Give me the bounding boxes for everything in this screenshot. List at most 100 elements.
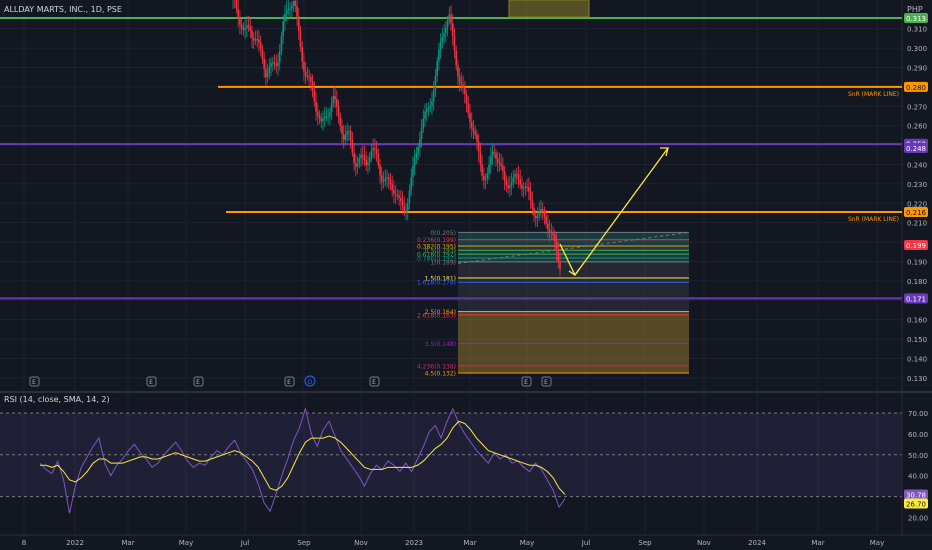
fib-extension[interactable]: 0(0.205)0.236(0.199)0.382(0.195)0.5(0.19…: [417, 230, 690, 378]
candle-body: [297, 16, 300, 31]
candle-body: [336, 99, 338, 107]
price-tick-label: 0.140: [907, 355, 927, 363]
rsi-tick-label: 60.00: [908, 431, 928, 439]
candle-body: [448, 14, 451, 21]
candle-body: [320, 118, 323, 122]
fib-zone-3: [458, 311, 689, 374]
candle-body: [374, 148, 376, 150]
price-label-text: 0.171: [906, 295, 926, 303]
candle-body: [534, 215, 537, 218]
currency-label: PHP: [907, 5, 923, 14]
fib-level-label: 3.5(0.148): [425, 341, 456, 348]
rsi-pane[interactable]: 70.00 60.00 50.00 40.00 20.00 30.7826.70: [0, 392, 928, 535]
candle-body: [304, 71, 307, 77]
candle-body: [528, 186, 530, 192]
price-label-text: 0.280: [906, 84, 926, 92]
time-tick-label: 2023: [405, 539, 423, 547]
candle-body: [434, 76, 437, 91]
candle-body: [280, 36, 283, 52]
time-tick-label: Sep: [297, 539, 311, 547]
candle-body: [415, 153, 418, 159]
candle-body: [505, 180, 508, 186]
event-marker-label: E: [196, 379, 200, 386]
candle-body: [322, 118, 324, 122]
candle-body: [389, 179, 392, 185]
time-tick-label: 8: [22, 539, 26, 547]
candle-body: [507, 185, 509, 188]
candle-body: [246, 25, 248, 28]
candle-body: [339, 116, 342, 126]
candle-body: [486, 173, 489, 179]
candle-body: [351, 140, 354, 153]
candle-body: [451, 23, 454, 36]
candle-body: [261, 48, 264, 59]
time-tick-label: Jul: [240, 539, 250, 547]
candle-body: [515, 174, 518, 176]
candle-body: [344, 135, 347, 140]
candle-body: [391, 184, 393, 191]
candle-body: [548, 229, 551, 232]
event-marker-label: E: [372, 379, 376, 386]
highlight-box[interactable]: [508, 0, 590, 18]
candle-body: [491, 151, 494, 157]
candle-body: [251, 30, 253, 39]
rsi-tick-label: 50.00: [908, 452, 928, 460]
price-tick-label: 0.160: [907, 317, 927, 325]
fib-level-label: 0(0.205): [430, 230, 456, 237]
chart-canvas[interactable]: 0.3100.3000.2900.2800.2700.2600.2500.240…: [0, 0, 932, 550]
price-tick-label: 0.270: [907, 103, 927, 111]
candle-body: [306, 76, 309, 78]
candle-body: [438, 49, 440, 62]
candle-body: [413, 158, 416, 166]
candle-body: [368, 157, 371, 163]
candle-body: [550, 231, 553, 233]
candle-body: [406, 202, 409, 211]
candle-body: [559, 261, 561, 270]
fib-level-label: 4.236(0.136): [417, 363, 456, 370]
candle-body: [292, 1, 295, 6]
candle-body: [303, 61, 305, 72]
candle-body: [445, 27, 447, 33]
candle-body: [348, 131, 350, 133]
time-axis[interactable]: 8 2022 Mar May Jul Sep Nov 2023 Mar May Jul Sep Nov 2…: [0, 534, 932, 547]
candle-body: [446, 20, 449, 28]
candle-body: [289, 8, 291, 10]
candle-body: [455, 50, 457, 66]
candle-body: [277, 62, 279, 67]
price-axis[interactable]: 0.3100.3000.2900.2800.2700.2600.2500.240…: [901, 0, 927, 392]
candle-body: [436, 61, 438, 77]
candle-body: [555, 241, 558, 252]
price-label-text: 0.248: [906, 145, 926, 153]
candle-body: [476, 134, 478, 142]
candle-body: [439, 42, 442, 50]
event-marker-label: E: [287, 379, 291, 386]
candle-body: [308, 76, 310, 78]
candle-body: [431, 101, 433, 107]
candle-body: [519, 179, 522, 185]
candle-body: [533, 208, 535, 216]
level-label: SnR (MARK LINE): [848, 91, 899, 98]
candle-body: [488, 164, 490, 174]
candle-body: [275, 64, 278, 67]
candle-body: [417, 147, 419, 154]
price-tick-label: 0.210: [907, 220, 927, 228]
price-tick-label: 0.130: [907, 375, 927, 383]
candle-body: [266, 73, 269, 78]
candle-body: [510, 182, 513, 186]
candle-body: [429, 106, 432, 108]
candle-body: [316, 111, 319, 116]
fib-zone-1: [458, 261, 689, 278]
candle-body: [358, 158, 361, 164]
candle-body: [557, 251, 560, 262]
candle-body: [240, 24, 243, 28]
candle-body: [247, 25, 250, 27]
candle-body: [235, 0, 238, 10]
candle-body: [384, 178, 387, 182]
candle-body: [242, 27, 245, 30]
candle-body: [323, 116, 326, 119]
fib-level-label: 1(0.189): [430, 259, 456, 266]
candle-body: [489, 156, 492, 165]
candle-body: [237, 9, 239, 19]
candle-body: [334, 95, 336, 100]
tradingview-chart[interactable]: 0.3100.3000.2900.2800.2700.2600.2500.240…: [0, 0, 932, 550]
